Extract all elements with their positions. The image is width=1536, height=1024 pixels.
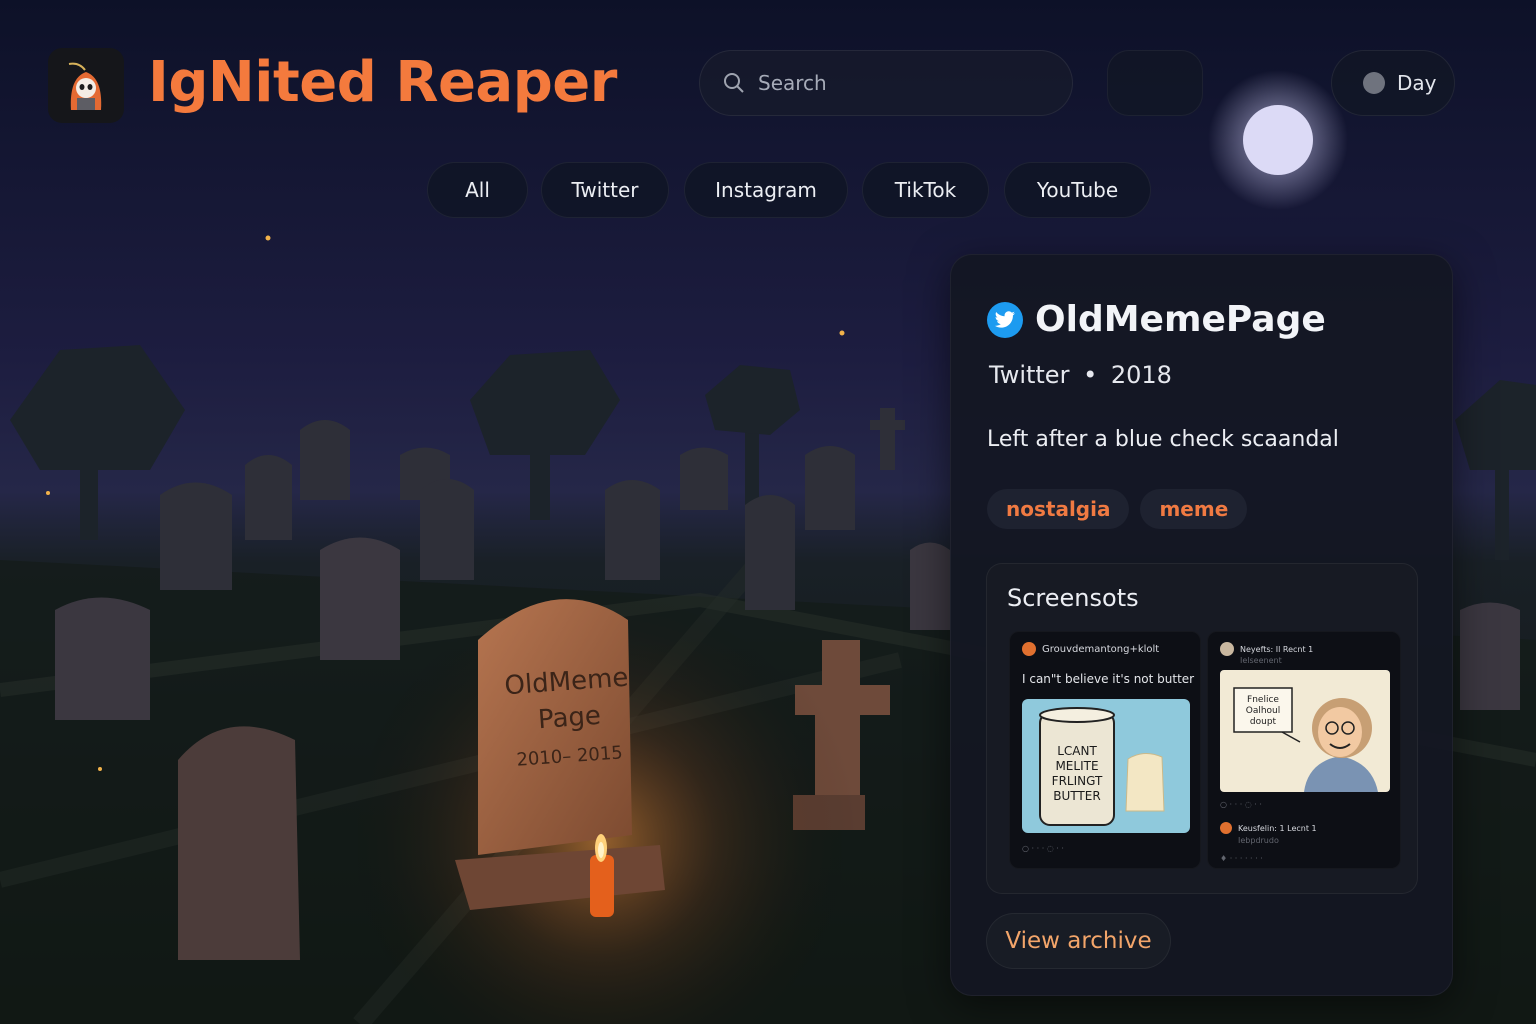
svg-text:BUTTER: BUTTER <box>1053 789 1100 803</box>
avatar <box>1220 822 1232 834</box>
search-box[interactable] <box>699 50 1073 116</box>
screenshot-reply: Keusfelin: 1 Lecnt 1 <box>1220 822 1317 834</box>
butter-meme-image: LCANT MELITE FRLINGT BUTTER <box>1022 699 1190 833</box>
brand-title: IgNited Reaper <box>148 50 617 115</box>
tag-meme[interactable]: meme <box>1140 489 1248 529</box>
screenshot-thumbnail[interactable]: Neyefts: Il Recnt 1 Ielseenent Fnelice O… <box>1207 631 1401 869</box>
card-header: OldMemePage <box>987 299 1326 340</box>
screenshot-thumbnail[interactable]: Grouvdemantong+klolt I can"t believe it'… <box>1009 631 1201 869</box>
filter-youtube[interactable]: YouTube <box>1004 162 1151 218</box>
svg-text:LCANT: LCANT <box>1057 744 1097 758</box>
candle <box>590 855 614 917</box>
account-detail-card: OldMemePage Twitter • 2018 Left after a … <box>950 254 1453 996</box>
svg-text:Fnelice: Fnelice <box>1247 695 1279 705</box>
account-platform: Twitter <box>989 361 1070 389</box>
account-meta: Twitter • 2018 <box>989 361 1172 389</box>
screenshot-footer: ○ · · · ◌ · · <box>1022 844 1064 853</box>
svg-text:FRLINGT: FRLINGT <box>1052 774 1103 788</box>
screenshot-handle: Grouvdemantong+klolt <box>1042 643 1160 655</box>
search-input[interactable] <box>756 70 1040 96</box>
account-name: OldMemePage <box>1035 299 1326 340</box>
screenshot-text: I can"t believe it's not butter <box>1022 672 1195 686</box>
screenshot-footer: ♦ · · · · · · · <box>1220 854 1263 863</box>
account-year: 2018 <box>1110 361 1172 389</box>
avatar <box>1220 642 1234 656</box>
header-blank-button[interactable] <box>1107 50 1203 116</box>
screenshot-footer: ○ · · · ◌ · · <box>1220 800 1262 809</box>
tag-nostalgia[interactable]: nostalgia <box>987 489 1130 529</box>
reply-subhandle: Iebpdrudo <box>1238 836 1279 845</box>
filter-instagram[interactable]: Instagram <box>684 162 848 218</box>
filter-twitter[interactable]: Twitter <box>541 162 669 218</box>
reaper-icon <box>68 62 102 110</box>
screenshots-panel: Screensots Grouvdemantong+klolt I can"t … <box>986 563 1418 894</box>
twitter-icon <box>987 301 1023 338</box>
view-archive-button[interactable]: View archive <box>986 913 1171 969</box>
svg-text:MELITE: MELITE <box>1055 759 1098 773</box>
screenshot-header: Grouvdemantong+klolt <box>1022 642 1159 656</box>
filter-tiktok[interactable]: TikTok <box>862 162 989 218</box>
avatar <box>1022 642 1036 656</box>
screenshots-title: Screensots <box>1007 584 1139 612</box>
reply-handle: Keusfelin: 1 Lecnt 1 <box>1238 823 1317 833</box>
filter-all[interactable]: All <box>427 162 528 218</box>
cartoon-meme-image: Fnelice Oalhoul doupt <box>1220 670 1390 792</box>
app-logo[interactable] <box>48 48 124 123</box>
screenshot-header: Neyefts: Il Recnt 1 <box>1220 642 1313 656</box>
account-description: Left after a blue check scaandal <box>987 427 1339 452</box>
svg-text:Oalhoul: Oalhoul <box>1246 706 1281 716</box>
screenshot-handle: Neyefts: Il Recnt 1 <box>1240 644 1314 654</box>
tag-list: nostalgia meme <box>987 489 1248 529</box>
toggle-knob <box>1363 72 1385 94</box>
search-icon <box>724 73 744 93</box>
svg-text:doupt: doupt <box>1250 717 1277 727</box>
day-night-toggle[interactable]: Day <box>1331 50 1455 116</box>
meta-separator: • <box>1083 361 1098 389</box>
toggle-label: Day <box>1397 71 1437 95</box>
tombstone-name-line2: Page <box>537 701 602 735</box>
screenshot-subhandle: Ielseenent <box>1240 656 1282 665</box>
